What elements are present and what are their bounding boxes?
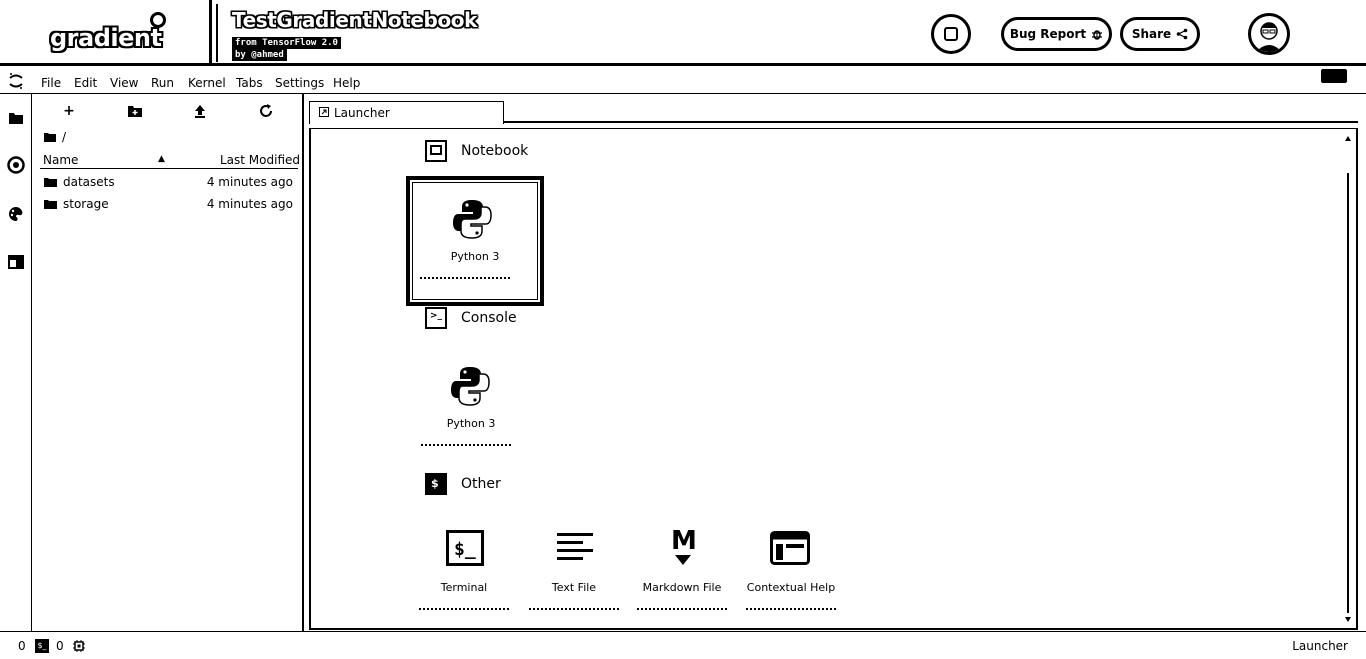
share-button[interactable]: Share (1120, 17, 1200, 51)
menu-help[interactable]: Help (333, 76, 360, 90)
status-count-1: 0 (18, 639, 26, 653)
tab-bar-rule (504, 121, 1358, 123)
terminal-icon: $_ (446, 530, 484, 566)
svg-text:$_: $_ (454, 539, 476, 560)
launcher-scrollbar[interactable] (1344, 135, 1352, 625)
section-notebook-title: Notebook (461, 143, 529, 159)
card-label: Contextual Help (746, 581, 836, 594)
file-browser: + / Name ▲ Last Modified datasets 4 minu… (32, 94, 302, 631)
svg-text:M: M (671, 526, 697, 556)
other-section-icon: $ (425, 473, 447, 495)
launcher-tab-icon (319, 107, 329, 117)
status-bar: 0 $_ 0 Launcher (0, 631, 1366, 659)
upload-icon[interactable] (191, 103, 209, 119)
card-label: Python 3 (450, 250, 500, 263)
tabs-icon[interactable] (8, 254, 24, 270)
share-icon (1176, 28, 1188, 40)
file-modified: 4 minutes ago (206, 197, 293, 211)
sort-ascending-icon: ▲ (158, 154, 165, 164)
text-file-icon (557, 533, 593, 560)
user-avatar[interactable] (1248, 13, 1290, 55)
card-underline (529, 607, 619, 610)
console-python3-card[interactable]: Python 3 (411, 351, 531, 463)
bug-report-button[interactable]: Bug Report (1001, 17, 1112, 51)
card-label: Terminal (440, 581, 488, 594)
file-row-datasets[interactable]: datasets 4 minutes ago (44, 173, 298, 195)
app-header: gradient TestGradientNotebook from Tenso… (0, 0, 1366, 66)
section-other-title: Other (461, 476, 501, 492)
breadcrumb[interactable]: / (44, 130, 66, 144)
left-sidebar-rail (0, 94, 32, 631)
card-underline (421, 443, 511, 446)
terminal-status-icon[interactable]: $_ (35, 639, 49, 653)
python-logo-icon (453, 200, 492, 239)
terminal-card[interactable]: $_ Terminal (411, 517, 517, 629)
card-underline (420, 276, 510, 279)
breadcrumb-path[interactable]: / (62, 130, 66, 144)
notebook-python3-card[interactable]: Python 3 (406, 176, 544, 306)
stop-icon (944, 27, 958, 41)
status-count-2: 0 (56, 639, 64, 653)
card-underline (419, 607, 509, 610)
card-underline (637, 607, 727, 610)
card-label: Python 3 (446, 417, 496, 430)
column-header-modified[interactable]: Last Modified (220, 153, 300, 167)
bug-report-label: Bug Report (1009, 27, 1087, 41)
launcher-panel: Notebook Python 3 >_ Console Python 3 $ … (309, 128, 1358, 630)
file-modified: 4 minutes ago (206, 175, 293, 189)
stop-notebook-button[interactable] (931, 14, 971, 54)
section-console-title: Console (461, 310, 517, 326)
folder-icon (44, 178, 57, 187)
share-label: Share (1131, 27, 1172, 41)
breadcrumb-folder-icon (44, 133, 56, 142)
card-label: Markdown File (642, 581, 722, 594)
markdown-file-card[interactable]: M Markdown File (629, 517, 735, 629)
status-launcher-label: Launcher (1292, 639, 1348, 653)
notebook-author: by @ahmed (232, 49, 287, 61)
new-folder-icon[interactable] (126, 103, 144, 119)
logo-ring-icon (150, 12, 166, 28)
new-launcher-button[interactable]: + (60, 103, 78, 119)
folder-icon[interactable] (8, 110, 24, 126)
contextual-help-icon (770, 531, 810, 565)
notebook-title: TestGradientNotebook (232, 8, 478, 32)
tab-launcher[interactable]: Launcher (309, 101, 504, 124)
avatar-face-icon (1256, 22, 1282, 52)
file-name: datasets (63, 175, 115, 189)
column-header-name[interactable]: Name (43, 153, 78, 167)
menu-file[interactable]: File (41, 76, 61, 90)
refresh-icon[interactable] (257, 103, 275, 119)
folder-icon (44, 200, 57, 209)
kernel-status-icon[interactable] (73, 640, 85, 652)
text-file-card[interactable]: Text File (521, 517, 627, 629)
menu-settings[interactable]: Settings (275, 76, 324, 90)
gradient-logo[interactable]: gradient (50, 24, 162, 52)
contextual-help-card[interactable]: Contextual Help (738, 517, 844, 629)
console-section-icon: >_ (425, 307, 447, 329)
markdown-icon: M (671, 526, 697, 565)
notebook-container: from TensorFlow 2.0 (232, 37, 341, 49)
menu-run[interactable]: Run (151, 76, 174, 90)
python-logo-icon (451, 367, 490, 406)
header-divider (216, 4, 220, 62)
card-label: Text File (551, 581, 597, 594)
notebook-section-icon (425, 140, 447, 162)
header-divider-line (40, 168, 298, 169)
card-underline (746, 607, 836, 610)
tab-label: Launcher (334, 106, 390, 120)
jupyter-logo-icon (9, 73, 23, 89)
palette-icon[interactable] (8, 206, 24, 222)
menu-edit[interactable]: Edit (74, 76, 97, 90)
bug-icon (1092, 30, 1103, 40)
file-row-storage[interactable]: storage 4 minutes ago (44, 195, 298, 217)
logo-area: gradient (0, 0, 212, 63)
menu-view[interactable]: View (110, 76, 138, 90)
file-name: storage (63, 197, 109, 211)
top-right-toggle-button[interactable] (1321, 69, 1347, 83)
menu-tabs[interactable]: Tabs (236, 76, 263, 90)
menu-kernel[interactable]: Kernel (188, 76, 226, 90)
running-kernels-icon[interactable] (7, 156, 25, 174)
panel-resize-handle[interactable] (302, 94, 304, 631)
menu-bar: File Edit View Run Kernel Tabs Settings … (0, 66, 1366, 94)
